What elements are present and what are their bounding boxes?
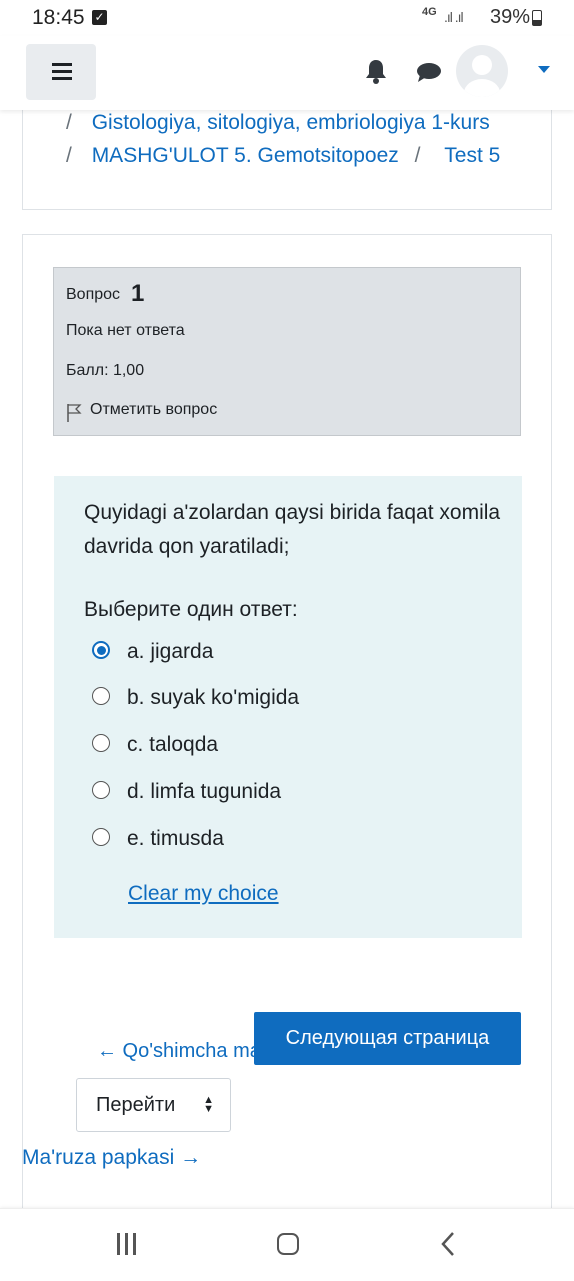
- breadcrumb-separator: /: [66, 144, 72, 167]
- radio-option-c[interactable]: [92, 734, 110, 752]
- question-label: Вопрос: [66, 286, 121, 303]
- battery-level: 39%: [490, 6, 531, 28]
- radio-option-e[interactable]: [92, 828, 110, 846]
- breadcrumb-quiz-link[interactable]: Test 5: [444, 144, 500, 167]
- option-label-b[interactable]: b. suyak ko'migida: [127, 686, 299, 710]
- breadcrumb-row-2: / MASHG'ULOT 5. Gemotsitopoez / Test 5: [66, 144, 500, 168]
- network-type: 4G: [422, 6, 437, 18]
- previous-activity-link[interactable]: ← Qo'shimcha materiallar: [97, 1040, 257, 1063]
- back-icon[interactable]: [440, 1231, 456, 1262]
- breadcrumb-separator: /: [66, 111, 72, 134]
- top-navbar: [0, 36, 574, 110]
- option-label-a[interactable]: a. jigarda: [127, 640, 213, 664]
- question-grade: Балл: 1,00: [66, 362, 145, 379]
- next-activity-link[interactable]: Ma'ruza papkasi →: [22, 1146, 201, 1170]
- answer-prompt: Выберите один ответ:: [84, 598, 298, 621]
- radio-option-b[interactable]: [92, 687, 110, 705]
- chat-icon[interactable]: [416, 62, 442, 89]
- breadcrumb-row-1: / Gistologiya, sitologiya, embriologiya …: [66, 111, 490, 135]
- option-label-c[interactable]: c. taloqda: [127, 733, 218, 757]
- question-state: Пока нет ответа: [66, 322, 185, 339]
- hamburger-icon: [52, 63, 72, 66]
- home-icon[interactable]: [277, 1233, 299, 1255]
- breadcrumb-section-link[interactable]: MASHG'ULOT 5. Gemotsitopoez: [92, 144, 399, 167]
- option-label-e[interactable]: e. timusda: [127, 827, 224, 851]
- breadcrumb-course-link[interactable]: Gistologiya, sitologiya, embriologiya 1-…: [92, 111, 490, 134]
- bell-icon[interactable]: [364, 58, 388, 89]
- flag-icon[interactable]: [66, 403, 82, 428]
- question-text: Quyidagi a'zolardan qaysi birida faqat x…: [84, 501, 501, 558]
- jump-to-select[interactable]: Перейти ▲ ▼: [76, 1078, 231, 1132]
- signal-icon: .ıl .ıl: [444, 9, 464, 25]
- select-arrows-icon: ▲ ▼: [203, 1094, 214, 1115]
- checkbox-notification-icon: ✓: [92, 10, 107, 25]
- breadcrumb-separator: /: [414, 144, 421, 167]
- system-navigation-bar: [0, 1208, 574, 1281]
- status-time: 18:45: [32, 6, 85, 29]
- radio-option-a[interactable]: [92, 641, 110, 659]
- chevron-down-icon[interactable]: [538, 66, 550, 73]
- question-number: 1: [131, 280, 145, 307]
- jump-to-label: Перейти: [96, 1094, 176, 1116]
- flag-question-link[interactable]: Отметить вопрос: [90, 401, 217, 419]
- option-label-d[interactable]: d. limfa tugunida: [127, 780, 281, 804]
- next-page-button[interactable]: Следующая страница: [254, 1012, 521, 1065]
- clear-choice-link[interactable]: Clear my choice: [128, 882, 279, 906]
- avatar[interactable]: [456, 45, 508, 97]
- status-bar: 18:45 ✓ 4G .ıl .ıl 39%: [0, 0, 574, 36]
- menu-button[interactable]: [26, 44, 96, 100]
- radio-option-d[interactable]: [92, 781, 110, 799]
- battery-icon: [532, 10, 542, 26]
